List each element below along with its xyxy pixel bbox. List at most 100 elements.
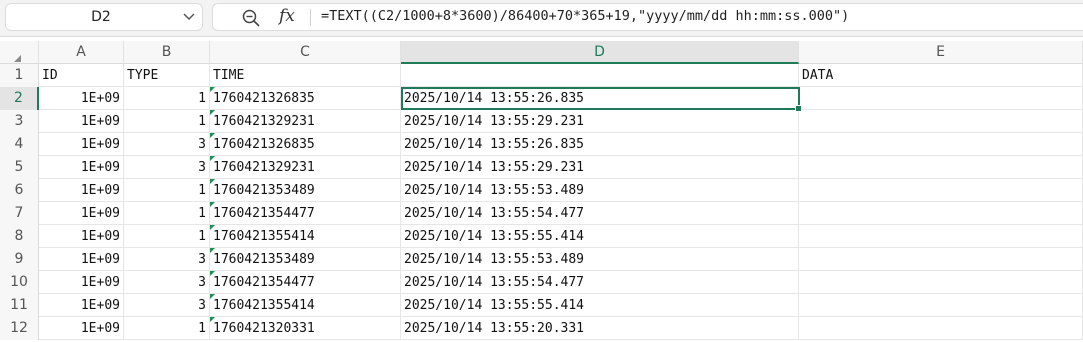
- cell-e[interactable]: [799, 179, 1083, 201]
- cell-a[interactable]: 1E+09: [39, 202, 124, 224]
- cell-c[interactable]: 1760421355414: [210, 225, 401, 247]
- green-triangle-icon: [210, 225, 215, 230]
- row-header[interactable]: 9: [0, 248, 39, 271]
- green-triangle-icon: [210, 294, 215, 299]
- formula-text[interactable]: =TEXT((C2/1000+8*3600)/86400+70*365+19,"…: [321, 8, 849, 24]
- cell-e[interactable]: [799, 317, 1083, 339]
- fill-handle[interactable]: [795, 105, 802, 112]
- cell-b1[interactable]: TYPE: [124, 64, 210, 86]
- cell-c[interactable]: 1760421326835: [210, 133, 401, 155]
- name-box[interactable]: D2: [5, 3, 203, 31]
- fx-icon[interactable]: fx: [279, 6, 295, 26]
- cell-b[interactable]: 1: [124, 225, 210, 247]
- green-triangle-icon: [210, 248, 215, 253]
- row-header[interactable]: 8: [0, 225, 39, 248]
- cell-a[interactable]: 1E+09: [39, 156, 124, 178]
- table-row: 9 1E+09 3 1760421353489 2025/10/14 13:55:53.…: [0, 248, 1083, 271]
- row-header[interactable]: 5: [0, 156, 39, 179]
- row-header[interactable]: 6: [0, 179, 39, 202]
- table-row: 4 1E+09 3 1760421326835 2025/10/14 13:55:26.…: [0, 133, 1083, 156]
- formula-bar[interactable]: fx =TEXT((C2/1000+8*3600)/86400+70*365+1…: [212, 3, 1083, 31]
- cell-e[interactable]: [799, 87, 1083, 109]
- cell-d[interactable]: 2025/10/14 13:55:55.414: [401, 225, 799, 247]
- cell-c[interactable]: 1760421354477: [210, 202, 401, 224]
- column-header-d[interactable]: D: [401, 41, 799, 64]
- cell-b[interactable]: 1: [124, 179, 210, 201]
- cell-a[interactable]: 1E+09: [39, 179, 124, 201]
- row-header[interactable]: 11: [0, 294, 39, 317]
- column-header-c[interactable]: C: [210, 41, 401, 64]
- row-header[interactable]: 7: [0, 202, 39, 225]
- row-header[interactable]: 12: [0, 317, 39, 340]
- table-row: 5 1E+09 3 1760421329231 2025/10/14 13:55:29.…: [0, 156, 1083, 179]
- table-row: 12 1E+09 1 1760421320331 2025/10/14 13:55:20…: [0, 317, 1083, 340]
- cell-a[interactable]: 1E+09: [39, 294, 124, 316]
- cell-b[interactable]: 3: [124, 156, 210, 178]
- column-header-a[interactable]: A: [39, 41, 124, 64]
- green-triangle-icon: [210, 202, 215, 207]
- cell-d[interactable]: 2025/10/14 13:55:54.477: [401, 271, 799, 293]
- name-box-value[interactable]: D2: [6, 9, 196, 25]
- cell-d[interactable]: 2025/10/14 13:55:53.489: [401, 248, 799, 270]
- cell-c[interactable]: 1760421320331: [210, 317, 401, 339]
- cell-e1[interactable]: DATA: [799, 64, 1083, 86]
- cell-d1[interactable]: [401, 64, 799, 86]
- table-row: 10 1E+09 3 1760421354477 2025/10/14 13:55:54…: [0, 271, 1083, 294]
- table-row: 7 1E+09 1 1760421354477 2025/10/14 13:55:54.…: [0, 202, 1083, 225]
- row-header[interactable]: 3: [0, 110, 39, 133]
- formula-bar-divider: [310, 9, 311, 26]
- cell-c[interactable]: 1760421326835: [210, 87, 401, 109]
- cell-e[interactable]: [799, 110, 1083, 132]
- row-header[interactable]: 2: [0, 87, 39, 110]
- cell-c[interactable]: 1760421329231: [210, 110, 401, 132]
- cell-d[interactable]: 2025/10/14 13:55:54.477: [401, 202, 799, 224]
- cell-b[interactable]: 3: [124, 248, 210, 270]
- cell-c[interactable]: 1760421354477: [210, 271, 401, 293]
- green-triangle-icon: [210, 133, 215, 138]
- cell-d[interactable]: 2025/10/14 13:55:29.231: [401, 156, 799, 178]
- cell-b[interactable]: 3: [124, 294, 210, 316]
- cell-a1[interactable]: ID: [39, 64, 124, 86]
- cell-c[interactable]: 1760421355414: [210, 294, 401, 316]
- cell-e[interactable]: [799, 294, 1083, 316]
- cell-b[interactable]: 3: [124, 271, 210, 293]
- green-triangle-icon: [210, 87, 215, 92]
- cell-a[interactable]: 1E+09: [39, 133, 124, 155]
- row-header[interactable]: 4: [0, 133, 39, 156]
- cell-a[interactable]: 1E+09: [39, 110, 124, 132]
- cell-c[interactable]: 1760421353489: [210, 248, 401, 270]
- cell-c[interactable]: 1760421353489: [210, 179, 401, 201]
- cell-d[interactable]: 2025/10/14 13:55:20.331: [401, 317, 799, 339]
- cell-a[interactable]: 1E+09: [39, 271, 124, 293]
- green-triangle-icon: [210, 110, 215, 115]
- cell-c[interactable]: 1760421329231: [210, 156, 401, 178]
- cell-e[interactable]: [799, 133, 1083, 155]
- cell-d[interactable]: 2025/10/14 13:55:53.489: [401, 179, 799, 201]
- cell-a[interactable]: 1E+09: [39, 225, 124, 247]
- cell-d[interactable]: 2025/10/14 13:55:55.414: [401, 294, 799, 316]
- chevron-down-icon[interactable]: [182, 8, 196, 24]
- row-header[interactable]: 10: [0, 271, 39, 294]
- cell-e[interactable]: [799, 248, 1083, 270]
- cell-e[interactable]: [799, 271, 1083, 293]
- zoom-icon[interactable]: [241, 8, 261, 28]
- cell-b[interactable]: 1: [124, 87, 210, 109]
- column-header-e[interactable]: E: [799, 41, 1083, 64]
- cell-b[interactable]: 1: [124, 317, 210, 339]
- cell-e[interactable]: [799, 202, 1083, 224]
- cell-b[interactable]: 1: [124, 202, 210, 224]
- cell-d[interactable]: 2025/10/14 13:55:26.835: [401, 133, 799, 155]
- row-header[interactable]: 1: [0, 64, 39, 87]
- cell-a[interactable]: 1E+09: [39, 87, 124, 109]
- cell-b[interactable]: 1: [124, 110, 210, 132]
- column-header-b[interactable]: B: [124, 41, 210, 64]
- cell-a[interactable]: 1E+09: [39, 317, 124, 339]
- cell-c1[interactable]: TIME: [210, 64, 401, 86]
- cell-e[interactable]: [799, 156, 1083, 178]
- cell-e[interactable]: [799, 225, 1083, 247]
- cell-a[interactable]: 1E+09: [39, 248, 124, 270]
- table-row: 6 1E+09 1 1760421353489 2025/10/14 13:55:53.…: [0, 179, 1083, 202]
- cell-d[interactable]: 2025/10/14 13:55:29.231: [401, 110, 799, 132]
- select-all-corner[interactable]: [0, 41, 39, 64]
- cell-b[interactable]: 3: [124, 133, 210, 155]
